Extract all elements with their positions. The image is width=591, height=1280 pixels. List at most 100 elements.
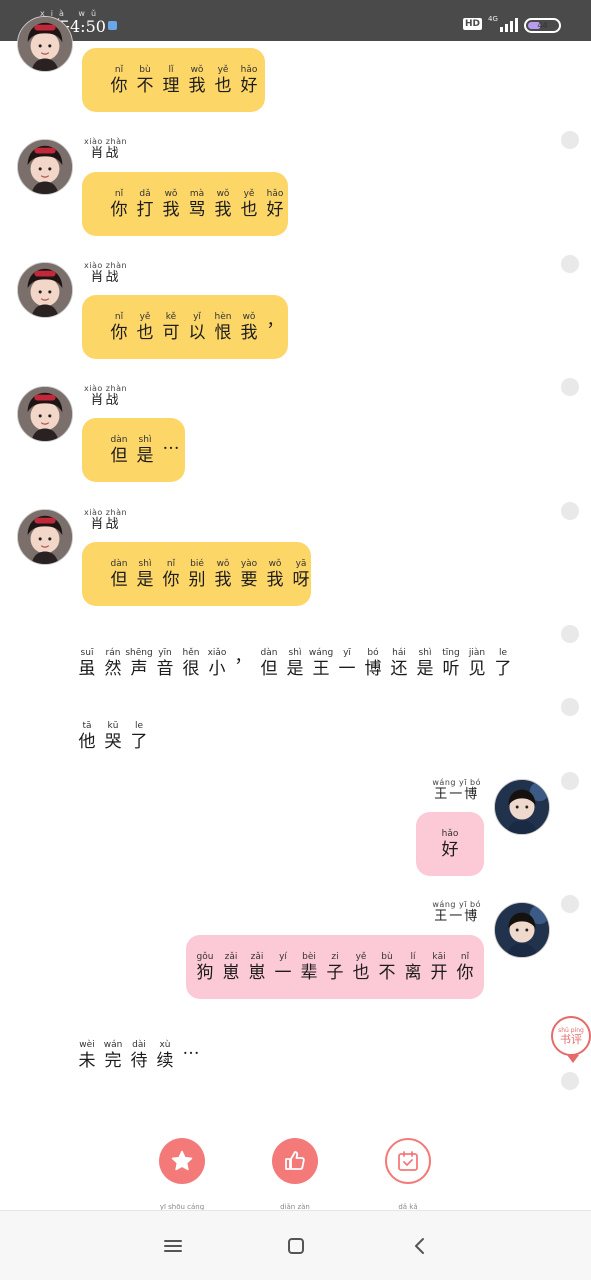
comment-dot-button[interactable] [561,131,579,149]
char-pinyin: yǐ [193,312,201,322]
char-pinyin: gǒu [196,952,214,962]
avatar-wang-yibo[interactable] [494,779,550,835]
message-bubble[interactable]: dàn 但 shì 是 nǐ 你 bié 别 wǒ 我 yào 要 wǒ 我 yā 呀 [82,542,311,606]
char-hanzi: 开 [430,963,448,983]
ruby-char: xiǎo 小 [206,647,228,679]
avatar-xiao-zhan[interactable] [17,386,73,442]
ruby-char: hǎo 好 [264,188,286,220]
narration-line: suī 虽 rán 然 shēng 声 yīn 音 hěn 很 xiǎo 小， dàn 但 shì 是 wáng… [76,640,514,679]
char-pinyin: yí [279,952,287,962]
char-pinyin: yīn [158,648,172,658]
home-button[interactable] [283,1233,309,1259]
avatar-xiao-zhan[interactable] [17,262,73,318]
avatar-wang-yibo[interactable] [494,902,550,958]
speaker-name: xiào zhàn 肖战 [84,137,127,161]
ruby-char: dàn 但 [258,647,280,679]
ruby-char: suī 虽 [76,647,98,679]
menu-icon [164,1240,182,1252]
favorite-button[interactable] [159,1138,205,1184]
ruby-char: lǐ 理 [160,64,182,96]
ruby-char: yě 也 [134,311,156,343]
ruby-char: shì 是 [414,647,436,679]
ruby-char: yā 呀 [290,558,312,590]
char-pinyin: mà [189,189,205,199]
char-pinyin: wán [103,1040,123,1050]
comment-dot-button[interactable] [561,255,579,273]
ruby-char: yīn 音 [154,647,176,679]
char-hanzi: 骂 [188,200,206,220]
speaker-name-hanzi: 肖战 [90,517,121,532]
checkin-button[interactable] [385,1138,431,1184]
message-bubble[interactable]: nǐ 你 yě 也 kě 可 yǐ 以 hèn 恨 wǒ 我， [82,295,288,359]
back-icon [415,1238,424,1254]
avatar-xiao-zhan[interactable] [17,139,73,195]
char-pinyin: yě [217,65,229,75]
like-button[interactable] [272,1138,318,1184]
ruby-char: wǒ 我 [186,64,208,96]
ruby-char: ， [264,311,286,343]
char-pinyin: le [498,648,508,658]
char-hanzi: 恨 [214,323,232,343]
message-bubble[interactable]: dàn 但 shì 是… [82,418,185,482]
char-hanzi: 我 [162,200,180,220]
ruby-char: shēng 声 [125,647,152,679]
char-hanzi: 狗 [196,963,214,983]
hd-voice-icon: HD [463,18,483,30]
message-bubble[interactable]: nǐ 你 bù 不 lǐ 理 wǒ 我 yě 也 hǎo 好 [82,48,265,112]
ruby-char: kū 哭 [102,720,124,752]
char-hanzi: 见 [468,659,486,679]
ruby-char: xù 续 [154,1039,176,1071]
char-pinyin: zǎi [224,952,238,962]
message-bubble[interactable]: gǒu 狗 zǎi 崽 zǎi 崽 yí 一 bèi 辈 zi 子 yě 也 bù 不 lí 离 kāi 开 nǐ 你 [186,935,484,999]
book-review-button[interactable]: shū píng 书评 [551,1016,591,1063]
ruby-char: … [160,434,182,466]
message-bubble[interactable]: nǐ 你 dǎ 打 wǒ 我 mà 骂 wǒ 我 yě 也 hǎo 好 [82,172,288,236]
char-pinyin: bó [367,648,379,658]
char-hanzi: 未 [78,1051,96,1071]
narration-line: tā 他 kū 哭 le 了 [76,713,150,752]
char-pinyin: nǐ [114,189,124,199]
comment-dot-button[interactable] [561,502,579,520]
avatar-xiao-zhan[interactable] [17,16,73,72]
ruby-char: gǒu 狗 [194,951,216,983]
comment-dot-button[interactable] [561,895,579,913]
comment-dot-button[interactable] [561,625,579,643]
speaker-name-hanzi: 肖战 [90,270,121,285]
recent-apps-button[interactable] [160,1233,186,1259]
ruby-text: wèi 未 wán 完 dài 待 xù 续… [76,1039,202,1071]
back-button[interactable] [407,1233,433,1259]
ruby-text: nǐ 你 bù 不 lǐ 理 wǒ 我 yě 也 hǎo 好 [108,64,260,96]
ruby-char: wǒ 我 [238,311,260,343]
char-pinyin: wǒ [216,189,230,199]
comment-dot-button[interactable] [561,378,579,396]
speaker-name: wáng yī bó 王一博 [432,900,481,924]
char-pinyin: yā [295,559,307,569]
home-icon [288,1238,304,1254]
char-hanzi: 待 [130,1051,148,1071]
notification-app-icon [108,21,117,30]
char-hanzi: 不 [136,76,154,96]
ruby-text: gǒu 狗 zǎi 崽 zǎi 崽 yí 一 bèi 辈 zi 子 yě 也 bù 不 lí 离 kāi 开 nǐ 你 [194,951,476,983]
char-pinyin: lí [410,952,416,962]
ruby-char: shì 是 [284,647,306,679]
ruby-char: rán 然 [102,647,124,679]
ruby-char: wáng 王 [309,647,333,679]
comment-dot-button[interactable] [561,698,579,716]
ruby-char: yí 一 [272,951,294,983]
char-hanzi: 也 [240,200,258,220]
thumbs-up-icon [285,1151,305,1170]
char-hanzi: 也 [352,963,370,983]
char-hanzi: 辈 [300,963,318,983]
char-pinyin: hǎo [441,829,459,839]
ruby-char: yǐ 以 [186,311,208,343]
speaker-name-hanzi: 王一博 [434,787,480,802]
char-hanzi: 离 [404,963,422,983]
comment-dot-button[interactable] [561,1072,579,1090]
message-bubble[interactable]: hǎo 好 [416,812,484,876]
avatar-xiao-zhan[interactable] [17,509,73,565]
char-hanzi: 是 [416,659,434,679]
comment-dot-button[interactable] [561,772,579,790]
char-hanzi: 好 [441,840,459,860]
ruby-char: tīng 听 [440,647,462,679]
ruby-text: dàn 但 shì 是 nǐ 你 bié 别 wǒ 我 yào 要 wǒ 我 yā 呀 [108,558,312,590]
